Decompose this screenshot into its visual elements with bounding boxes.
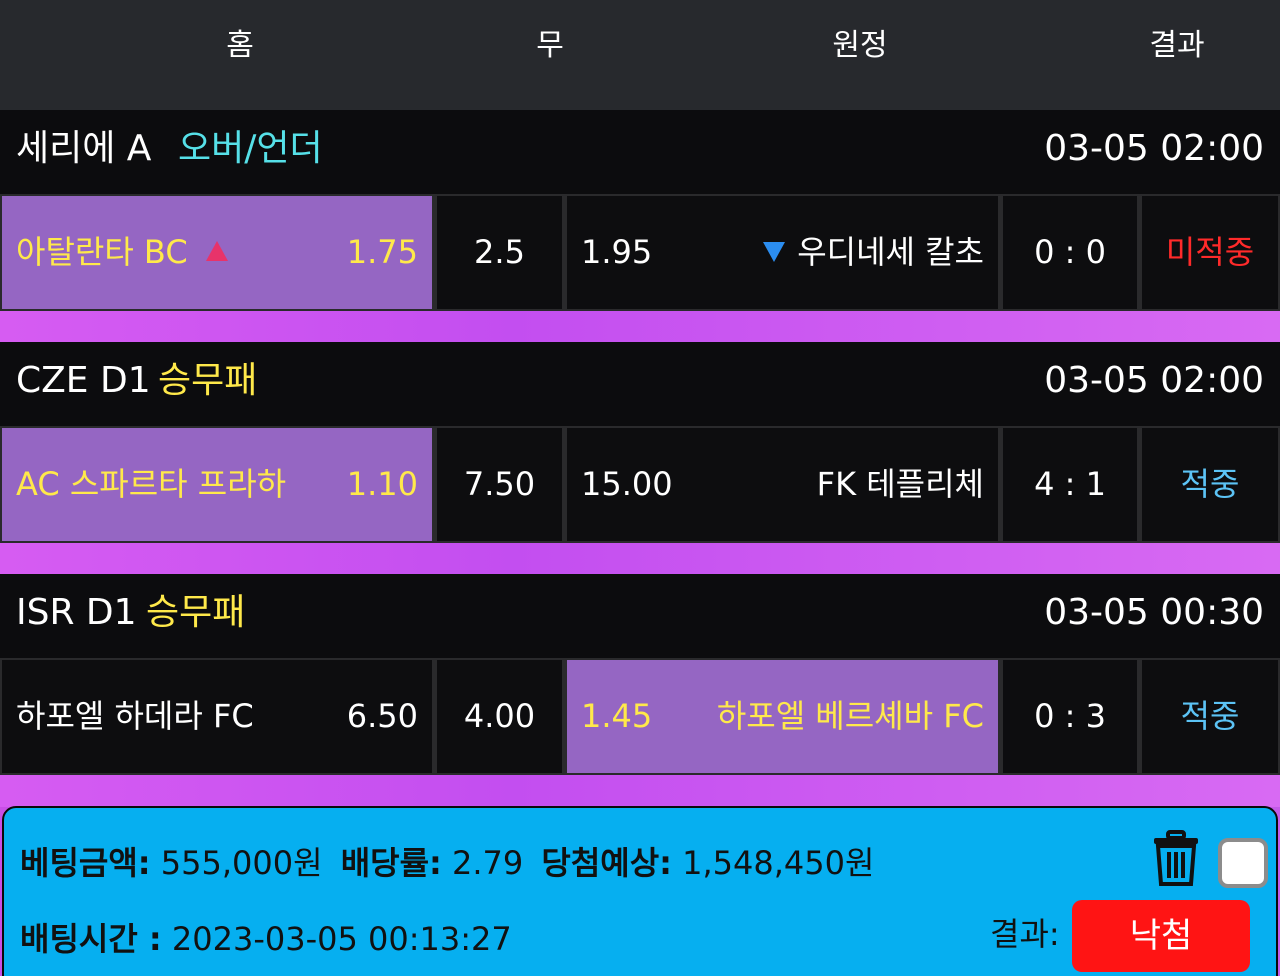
- score-cell: 0 : 0: [1003, 196, 1137, 309]
- home-odds: 1.10: [346, 465, 418, 503]
- result-cell: 적중: [1142, 428, 1278, 541]
- score: 0 : 3: [1034, 697, 1106, 735]
- home-team: 하포엘 하데라 FC: [16, 697, 254, 735]
- header-result: 결과: [1149, 28, 1205, 63]
- result-status: 적중: [1180, 697, 1240, 735]
- result-button[interactable]: 낙첨: [1072, 900, 1250, 972]
- match-time: 03-05 02:00: [1044, 128, 1264, 169]
- header-draw: 무: [536, 28, 564, 63]
- match-row: AC 스파르타 프라하 1.10 7.50 15.00 FK 테플리체 4 : …: [0, 426, 1280, 543]
- header-home: 홈: [226, 28, 254, 63]
- expected-win: 1,548,450원: [682, 844, 875, 882]
- bet-summary-line: 베팅금액: 555,000원 배당률: 2.79 당첨예상: 1,548,450…: [20, 838, 874, 884]
- up-triangle-icon: [205, 241, 228, 261]
- bet-time: 2023-03-05 00:13:27: [171, 920, 512, 958]
- home-odds-cell[interactable]: AC 스파르타 프라하 1.10: [2, 428, 432, 541]
- bet-type: 승무패: [158, 360, 258, 401]
- bet-type: 오버/언더: [178, 128, 323, 169]
- score: 4 : 1: [1034, 465, 1106, 503]
- result-label: 결과:: [990, 915, 1060, 953]
- odds-label: 배당률:: [340, 844, 442, 882]
- draw-odds-cell[interactable]: 7.50: [437, 428, 562, 541]
- bet-amount: 555,000원: [160, 844, 323, 882]
- away-odds: 1.95: [581, 233, 653, 271]
- league-row: 세리에 A 오버/언더 03-05 02:00: [0, 110, 1280, 194]
- league-row: ISR D1 승무패 03-05 00:30: [0, 574, 1280, 658]
- bet-amount-label: 베팅금액:: [20, 844, 151, 882]
- home-team: 아탈란타 BC: [16, 233, 188, 271]
- result-cell: 미적중: [1142, 196, 1278, 309]
- score-cell: 4 : 1: [1003, 428, 1137, 541]
- total-odds: 2.79: [451, 844, 524, 882]
- score-cell: 0 : 3: [1003, 660, 1137, 773]
- league-name: 세리에 A: [16, 128, 152, 169]
- bet-summary-panel: 베팅금액: 555,000원 배당률: 2.79 당첨예상: 1,548,450…: [2, 806, 1278, 976]
- header-away: 원정: [832, 28, 888, 63]
- down-triangle-icon: [763, 242, 786, 262]
- away-odds-cell[interactable]: 15.00 FK 테플리체: [567, 428, 998, 541]
- away-team: 하포엘 베르셰바 FC: [716, 697, 984, 735]
- league-name: CZE D1: [16, 360, 151, 401]
- away-odds: 1.45: [581, 697, 653, 735]
- bet-slip-page: 홈 무 원정 결과 세리에 A 오버/언더 03-05 02:00 아탈란타 B…: [0, 0, 1280, 976]
- match-time: 03-05 00:30: [1044, 592, 1264, 633]
- home-odds: 6.50: [346, 697, 418, 735]
- away-odds-cell[interactable]: 1.95 우디네세 칼초: [567, 196, 998, 309]
- draw-odds-cell[interactable]: 4.00: [437, 660, 562, 773]
- draw-odds-cell[interactable]: 2.5: [437, 196, 562, 309]
- result-status: 미적중: [1165, 233, 1255, 271]
- divider-band: [0, 311, 1280, 343]
- result-cell: 적중: [1142, 660, 1278, 773]
- draw-odds: 7.50: [463, 465, 536, 503]
- select-checkbox[interactable]: [1218, 838, 1268, 888]
- home-odds-cell[interactable]: 아탈란타 BC 1.75: [2, 196, 432, 309]
- expected-win-label: 당첨예상:: [541, 844, 672, 882]
- home-odds-cell[interactable]: 하포엘 하데라 FC 6.50: [2, 660, 432, 773]
- away-odds: 15.00: [581, 465, 673, 503]
- column-header: 홈 무 원정 결과: [0, 0, 1280, 110]
- draw-odds: 4.00: [463, 697, 536, 735]
- home-team: AC 스파르타 프라하: [16, 465, 287, 503]
- draw-odds: 2.5: [474, 233, 525, 271]
- divider-band: [0, 775, 1280, 807]
- away-odds-cell[interactable]: 1.45 하포엘 베르셰바 FC: [567, 660, 998, 773]
- trash-icon[interactable]: [1152, 830, 1200, 886]
- home-odds: 1.75: [346, 233, 418, 271]
- league-name: ISR D1: [16, 592, 137, 633]
- match-row: 하포엘 하데라 FC 6.50 4.00 1.45 하포엘 베르셰바 FC 0 …: [0, 658, 1280, 775]
- away-team: 우디네세 칼초: [797, 233, 984, 271]
- away-team: FK 테플리체: [816, 465, 984, 503]
- result-status: 적중: [1180, 465, 1240, 503]
- bet-type: 승무패: [146, 592, 246, 633]
- league-row: CZE D1 승무패 03-05 02:00: [0, 342, 1280, 426]
- bet-time-label: 배팅시간 :: [20, 920, 162, 958]
- divider-band: [0, 543, 1280, 575]
- score: 0 : 0: [1034, 233, 1106, 271]
- match-row: 아탈란타 BC 1.75 2.5 1.95 우디네세 칼초 0 : 0 미적중: [0, 194, 1280, 311]
- bet-time-line: 배팅시간 : 2023-03-05 00:13:27: [20, 914, 512, 960]
- match-time: 03-05 02:00: [1044, 360, 1264, 401]
